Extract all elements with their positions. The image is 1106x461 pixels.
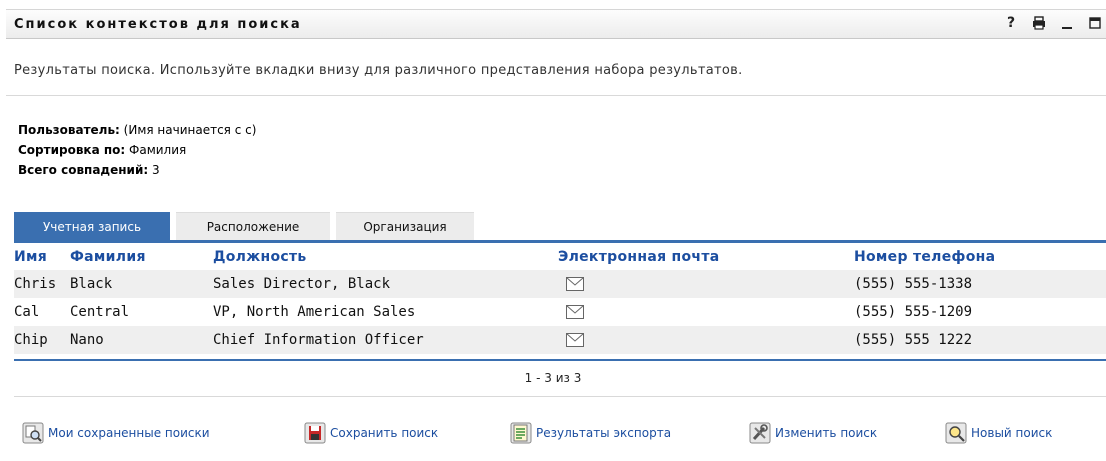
edit-search-label: Изменить поиск <box>775 426 878 440</box>
summary-sort-value: Фамилия <box>129 143 187 157</box>
cell-email <box>558 298 854 326</box>
header-email[interactable]: Электронная почта <box>558 244 854 270</box>
header-title[interactable]: Должность <box>213 244 558 270</box>
portlet-title: Список контекстов для поиска <box>14 17 302 32</box>
my-saved-searches-button[interactable]: Мои сохраненные поиски <box>22 422 210 444</box>
cell-last-name: Nano <box>70 326 213 354</box>
result-tabs: Учетная запись Расположение Организация <box>14 212 474 240</box>
summary-total: Всего совпадений: 3 <box>18 160 256 180</box>
cell-first-name[interactable]: Chip <box>14 326 70 354</box>
table-row: Cal Central VP, North American Sales (55… <box>14 298 1106 326</box>
divider <box>6 95 1106 96</box>
action-bar: Мои сохраненные поиски Сохранить поиск Р… <box>0 422 1106 452</box>
new-search-button[interactable]: Новый поиск <box>945 422 1052 444</box>
cell-phone: (555) 555-1338 <box>854 270 1106 298</box>
summary-user-value: (Имя начинается с c) <box>123 123 257 137</box>
cell-email <box>558 326 854 354</box>
pager: 1 - 3 из 3 <box>524 371 582 385</box>
header-last-name[interactable]: Фамилия <box>70 244 213 270</box>
tab-account[interactable]: Учетная запись <box>14 212 170 240</box>
envelope-icon[interactable] <box>566 305 584 319</box>
saved-searches-icon <box>22 422 44 444</box>
portlet-controls: ? <box>1004 15 1102 31</box>
export-icon <box>510 422 532 444</box>
cell-title: Sales Director, Black <box>213 270 558 298</box>
cell-phone: (555) 555-1209 <box>854 304 973 320</box>
cell-last-name: Black <box>70 270 213 298</box>
results-table: Имя Фамилия Должность Электронная почта … <box>14 244 1106 354</box>
summary-total-label: Всего совпадений: <box>18 163 149 177</box>
cell-email <box>558 270 854 298</box>
edit-search-icon <box>749 422 771 444</box>
save-search-button[interactable]: Сохранить поиск <box>304 422 438 444</box>
maximize-icon[interactable] <box>1088 15 1102 31</box>
divider <box>14 396 1106 397</box>
export-results-button[interactable]: Результаты экспорта <box>510 422 671 444</box>
header-first-name[interactable]: Имя <box>14 244 70 270</box>
tab-underline <box>14 240 1106 243</box>
new-search-icon <box>945 422 967 444</box>
table-row: Chip Nano Chief Information Officer (555… <box>14 326 1106 354</box>
tab-location[interactable]: Расположение <box>176 212 330 240</box>
search-description: Результаты поиска. Используйте вкладки в… <box>14 63 743 78</box>
envelope-icon[interactable] <box>566 333 584 347</box>
table-bottom-rule <box>14 359 1106 361</box>
summary-total-value: 3 <box>152 163 160 177</box>
summary-sort: Сортировка по: Фамилия <box>18 140 256 160</box>
save-icon <box>304 422 326 444</box>
help-icon[interactable]: ? <box>1004 15 1018 31</box>
cell-last-name: Central <box>70 304 130 320</box>
tab-organization[interactable]: Организация <box>336 212 474 240</box>
search-summary: Пользователь: (Имя начинается с c) Сорти… <box>18 120 256 180</box>
edit-search-button[interactable]: Изменить поиск <box>749 422 877 444</box>
printer-icon[interactable] <box>1032 15 1046 31</box>
export-results-label: Результаты экспорта <box>536 426 672 440</box>
summary-sort-label: Сортировка по: <box>18 143 126 157</box>
cell-title: VP, North American Sales <box>213 304 416 320</box>
summary-user: Пользователь: (Имя начинается с c) <box>18 120 256 140</box>
my-saved-searches-label: Мои сохраненные поиски <box>48 426 210 440</box>
cell-first-name[interactable]: Cal <box>14 298 70 326</box>
cell-first-name[interactable]: Chris <box>14 270 70 298</box>
new-search-label: Новый поиск <box>971 426 1053 440</box>
minimize-icon[interactable] <box>1060 15 1074 31</box>
header-phone[interactable]: Номер телефона <box>854 244 1106 270</box>
save-search-label: Сохранить поиск <box>330 426 439 440</box>
cell-title: Chief Information Officer <box>213 326 558 354</box>
table-row: Chris Black Sales Director, Black (555) … <box>14 270 1106 298</box>
portlet-titlebar: Список контекстов для поиска ? <box>6 9 1106 39</box>
envelope-icon[interactable] <box>566 277 584 291</box>
cell-phone: (555) 555 1222 <box>854 326 1106 354</box>
summary-user-label: Пользователь: <box>18 123 120 137</box>
table-header-row: Имя Фамилия Должность Электронная почта … <box>14 244 1106 270</box>
